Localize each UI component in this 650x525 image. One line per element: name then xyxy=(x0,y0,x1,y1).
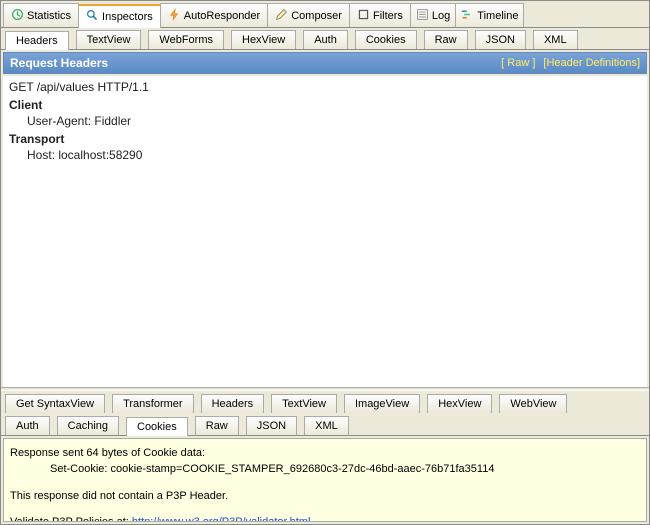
response-subtab-imageview[interactable]: ImageView xyxy=(344,394,420,413)
set-cookie-line: Set-Cookie: cookie-stamp=COOKIE_STAMPER_… xyxy=(10,461,640,478)
cookie-summary-line: Response sent 64 bytes of Cookie data: xyxy=(10,445,640,462)
tab-label: Statistics xyxy=(27,10,71,22)
tab-label: Filters xyxy=(373,10,403,22)
response-subtab-caching[interactable]: Caching xyxy=(57,416,119,435)
square-icon xyxy=(357,8,370,24)
header-item: Host: localhost:58290 xyxy=(9,148,641,162)
magnifier-icon xyxy=(86,9,99,25)
timeline-icon xyxy=(461,8,474,24)
request-header-title: Request Headers xyxy=(10,56,493,70)
raw-link[interactable]: [ Raw ] xyxy=(501,57,535,69)
response-subtab-headers[interactable]: Headers xyxy=(201,394,265,413)
request-subtab-auth[interactable]: Auth xyxy=(303,30,348,49)
header-item: User-Agent: Fiddler xyxy=(9,114,641,128)
response-subtab-raw[interactable]: Raw xyxy=(195,416,239,435)
response-subtab-json[interactable]: JSON xyxy=(246,416,297,435)
header-group-client: Client xyxy=(9,98,641,112)
request-subtab-raw[interactable]: Raw xyxy=(424,30,468,49)
response-subtab-transformer[interactable]: Transformer xyxy=(112,394,194,413)
tab-label: Timeline xyxy=(477,10,518,22)
main-tab-statistics[interactable]: Statistics xyxy=(3,3,79,27)
request-subtab-bar: Headers TextView WebForms HexView Auth Cookie… xyxy=(1,28,649,50)
request-subtab-webforms[interactable]: WebForms xyxy=(148,30,224,49)
cookies-response-pane: Response sent 64 bytes of Cookie data: S… xyxy=(3,438,647,523)
response-subtab-textview[interactable]: TextView xyxy=(271,394,337,413)
tab-label: Inspectors xyxy=(102,11,153,23)
p3p-status-line: This response did not contain a P3P Head… xyxy=(10,488,640,505)
response-subtab-webview[interactable]: WebView xyxy=(499,394,567,413)
request-subtab-xml[interactable]: XML xyxy=(533,30,578,49)
request-header-bar: Request Headers [ Raw ] [Header Definiti… xyxy=(3,52,647,74)
response-subtab-hexview[interactable]: HexView xyxy=(427,394,492,413)
request-subtab-cookies[interactable]: Cookies xyxy=(355,30,417,49)
p3p-validator-link[interactable]: http://www.w3.org/P3P/validator.html xyxy=(132,516,311,522)
main-tab-log[interactable]: Log xyxy=(410,3,456,27)
log-icon xyxy=(416,8,429,24)
request-subtab-json[interactable]: JSON xyxy=(475,30,526,49)
tab-label: AutoResponder xyxy=(184,10,260,22)
validate-p3p-line: Validate P3P Policies at: http://www.w3.… xyxy=(10,514,640,522)
request-subtab-hexview[interactable]: HexView xyxy=(231,30,296,49)
tab-label: Log xyxy=(432,10,450,22)
main-tab-filters[interactable]: Filters xyxy=(349,3,411,27)
header-group-transport: Transport xyxy=(9,132,641,146)
response-subtab-cookies[interactable]: Cookies xyxy=(126,417,188,436)
main-tab-bar: Statistics Inspectors AutoResponder Compose… xyxy=(1,1,649,28)
response-subtab-xml[interactable]: XML xyxy=(304,416,349,435)
response-subtab-auth[interactable]: Auth xyxy=(5,416,50,435)
fiddler-window: Statistics Inspectors AutoResponder Compose… xyxy=(0,0,650,525)
response-subtab-bar: Get SyntaxView Transformer Headers TextView… xyxy=(1,391,649,436)
request-subtab-headers[interactable]: Headers xyxy=(5,31,69,50)
main-tab-autoresponder[interactable]: AutoResponder xyxy=(160,3,268,27)
pencil-icon xyxy=(275,8,288,24)
request-headers-view: GET /api/values HTTP/1.1 Client User-Agent… xyxy=(3,76,647,316)
tab-label: Composer xyxy=(291,10,342,22)
bolt-icon xyxy=(168,8,181,24)
response-subtab-get-syntaxview[interactable]: Get SyntaxView xyxy=(5,394,105,413)
request-subtab-textview[interactable]: TextView xyxy=(76,30,142,49)
header-definitions-link[interactable]: [Header Definitions] xyxy=(543,57,640,69)
request-line: GET /api/values HTTP/1.1 xyxy=(9,80,641,94)
main-tab-composer[interactable]: Composer xyxy=(267,3,350,27)
request-empty-area xyxy=(3,316,647,387)
clock-icon xyxy=(11,8,24,24)
main-tab-inspectors[interactable]: Inspectors xyxy=(78,4,161,28)
main-tab-timeline[interactable]: Timeline xyxy=(455,3,524,27)
